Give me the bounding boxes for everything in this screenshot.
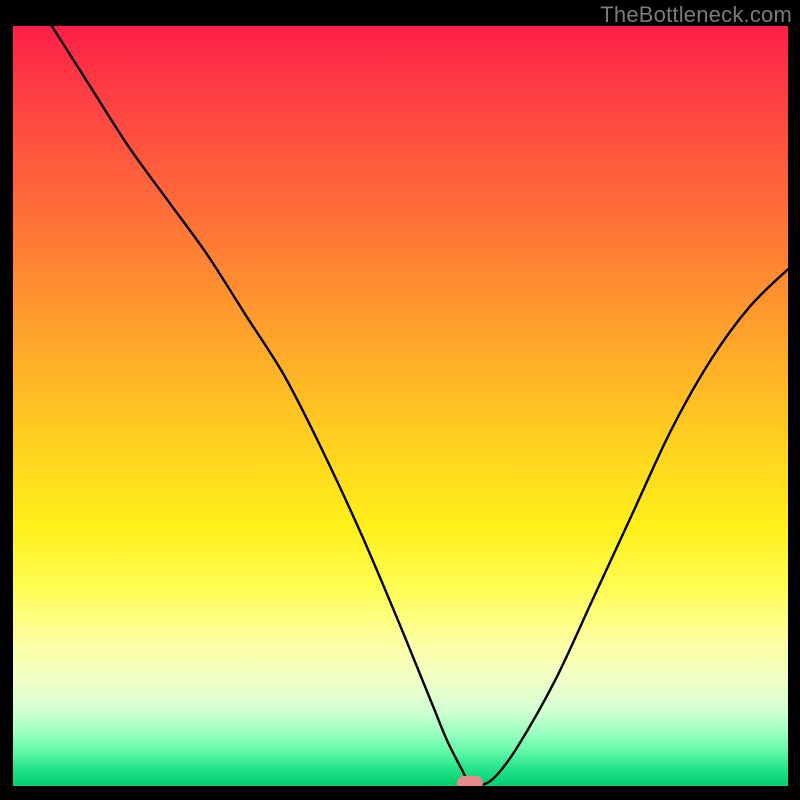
- curve-path: [52, 26, 788, 786]
- watermark-text: TheBottleneck.com: [600, 2, 792, 28]
- minimum-marker: [457, 776, 483, 786]
- chart-frame: TheBottleneck.com: [0, 0, 800, 800]
- plot-area: [13, 26, 788, 786]
- bottleneck-curve: [13, 26, 788, 786]
